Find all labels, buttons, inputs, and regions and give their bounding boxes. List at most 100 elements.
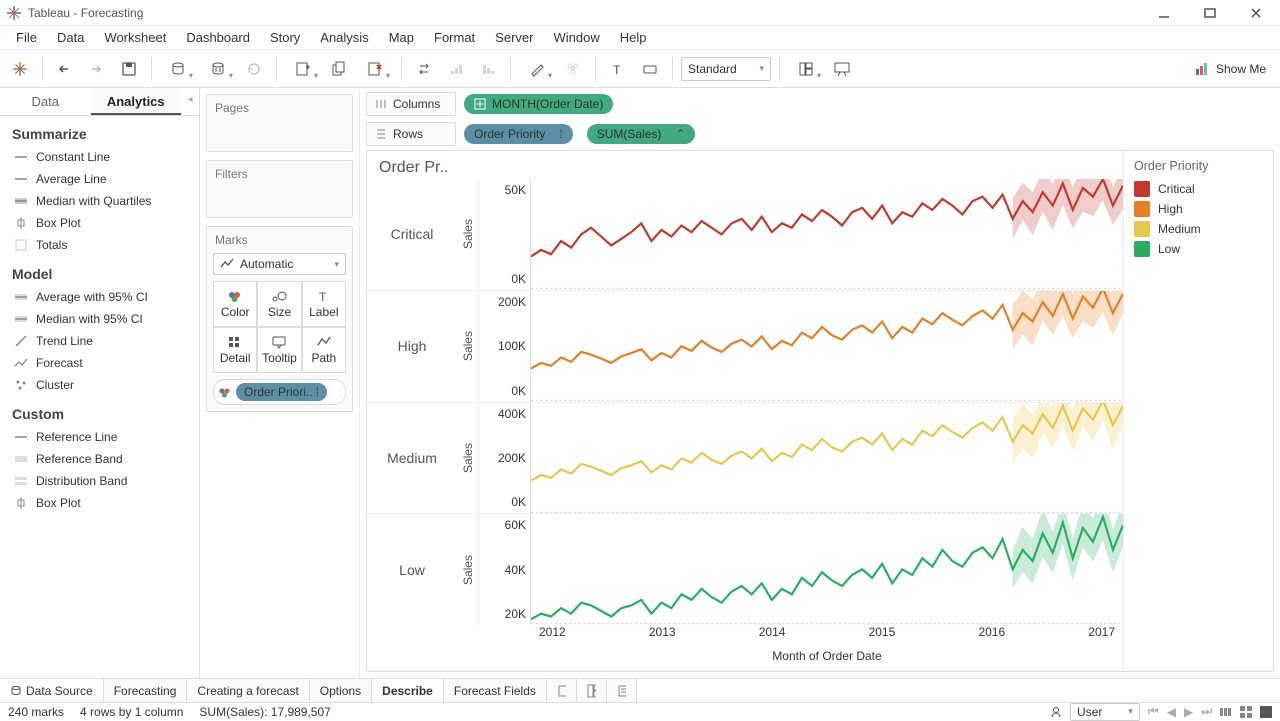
nav-prev-icon[interactable]: ◀ bbox=[1167, 705, 1176, 719]
maximize-button[interactable] bbox=[1196, 3, 1224, 23]
menu-dashboard[interactable]: Dashboard bbox=[176, 27, 260, 48]
sort-desc-button[interactable] bbox=[474, 55, 502, 83]
legend-item-critical[interactable]: Critical bbox=[1134, 179, 1263, 199]
side-tab-analytics[interactable]: Analytics bbox=[91, 88, 182, 115]
sheet-tab-forecast-fields[interactable]: Forecast Fields bbox=[444, 679, 547, 702]
side-tab-expand-icon[interactable]: ◂ bbox=[181, 88, 199, 115]
analytics-dist-band[interactable]: Distribution Band bbox=[0, 470, 199, 492]
window-title: Tableau - Forecasting bbox=[28, 6, 143, 20]
close-button[interactable] bbox=[1242, 3, 1270, 23]
boxplot-icon bbox=[14, 496, 28, 510]
plot-area[interactable] bbox=[531, 514, 1123, 625]
menu-file[interactable]: File bbox=[6, 27, 47, 48]
marks-pill-order-priority[interactable]: Order Priori.. ⁞ bbox=[213, 379, 346, 405]
sheet-tab-options[interactable]: Options bbox=[310, 679, 372, 702]
minimize-button[interactable] bbox=[1150, 3, 1178, 23]
sheet-tab-forecasting[interactable]: Forecasting bbox=[104, 679, 188, 702]
plot-area[interactable] bbox=[531, 179, 1123, 290]
new-dashboard-tab[interactable] bbox=[577, 679, 607, 702]
filters-card[interactable]: Filters bbox=[206, 160, 353, 218]
menu-story[interactable]: Story bbox=[260, 27, 310, 48]
facet-low: LowSales60K40K20K bbox=[367, 514, 1123, 625]
menu-analysis[interactable]: Analysis bbox=[310, 27, 378, 48]
legend-item-medium[interactable]: Medium bbox=[1134, 219, 1263, 239]
pause-updates-button[interactable]: ▾ bbox=[200, 55, 236, 83]
rows-shelf[interactable]: Rows Order Priority⁞ SUM(Sales)⌃ bbox=[366, 122, 1274, 146]
marks-path-button[interactable]: Path bbox=[302, 327, 346, 373]
clear-sheet-button[interactable]: ▾ bbox=[357, 55, 393, 83]
analytics-box-plot[interactable]: Box Plot bbox=[0, 212, 199, 234]
group-button[interactable] bbox=[559, 55, 587, 83]
legend-item-high[interactable]: High bbox=[1134, 199, 1263, 219]
marks-label-button[interactable]: TLabel bbox=[302, 281, 346, 327]
marks-size-button[interactable]: Size bbox=[257, 281, 301, 327]
duplicate-sheet-button[interactable] bbox=[325, 55, 353, 83]
analytics-average-line[interactable]: Average Line bbox=[0, 168, 199, 190]
marks-type-selector[interactable]: Automatic▾ bbox=[213, 253, 346, 275]
analytics-median-ci[interactable]: Median with 95% CI bbox=[0, 308, 199, 330]
menu-map[interactable]: Map bbox=[379, 27, 424, 48]
side-tab-data[interactable]: Data bbox=[0, 88, 91, 115]
tableau-start-icon[interactable] bbox=[6, 55, 34, 83]
tab-data-source[interactable]: Data Source bbox=[0, 679, 104, 702]
refresh-button[interactable] bbox=[240, 55, 268, 83]
menu-worksheet[interactable]: Worksheet bbox=[94, 27, 176, 48]
menu-data[interactable]: Data bbox=[47, 27, 94, 48]
boxplot-icon bbox=[14, 216, 28, 230]
pages-card[interactable]: Pages bbox=[206, 94, 353, 152]
marks-card: Marks Automatic▾ Color Size TLabel Detai… bbox=[206, 226, 353, 412]
summarize-heading: Summarize bbox=[0, 116, 199, 146]
show-hide-cards-button[interactable]: ▾ bbox=[788, 55, 824, 83]
marks-tooltip-button[interactable]: Tooltip bbox=[257, 327, 301, 373]
menu-format[interactable]: Format bbox=[424, 27, 485, 48]
pill-order-priority[interactable]: Order Priority⁞ bbox=[464, 124, 573, 144]
undo-button[interactable] bbox=[51, 55, 79, 83]
filmstrip-icon[interactable] bbox=[1220, 706, 1232, 718]
user-selector[interactable]: User▾ bbox=[1070, 703, 1140, 721]
analytics-forecast[interactable]: Forecast bbox=[0, 352, 199, 374]
analytics-trend-line[interactable]: Trend Line bbox=[0, 330, 199, 352]
plot-area[interactable] bbox=[531, 291, 1123, 402]
menu-window[interactable]: Window bbox=[543, 27, 609, 48]
nav-next-icon[interactable]: ▶ bbox=[1184, 705, 1193, 719]
analytics-box-plot-2[interactable]: Box Plot bbox=[0, 492, 199, 514]
swap-button[interactable] bbox=[410, 55, 438, 83]
legend-item-low[interactable]: Low bbox=[1134, 239, 1263, 259]
marks-color-button[interactable]: Color bbox=[213, 281, 257, 327]
sheet-tab-describe[interactable]: Describe bbox=[372, 679, 444, 702]
menu-help[interactable]: Help bbox=[610, 27, 657, 48]
show-labels-button[interactable]: T bbox=[604, 55, 632, 83]
highlight-button[interactable]: ▾ bbox=[519, 55, 555, 83]
alias-button[interactable] bbox=[636, 55, 664, 83]
worksheet-area: Columns MONTH(Order Date) Rows Order Pri… bbox=[360, 88, 1280, 678]
new-worksheet-button[interactable]: ▾ bbox=[285, 55, 321, 83]
pill-month-orderdate[interactable]: MONTH(Order Date) bbox=[464, 94, 613, 114]
analytics-ref-band[interactable]: Reference Band bbox=[0, 448, 199, 470]
pill-sum-sales[interactable]: SUM(Sales)⌃ bbox=[587, 124, 696, 144]
analytics-constant-line[interactable]: Constant Line bbox=[0, 146, 199, 168]
nav-first-icon[interactable]: ⏮ bbox=[1148, 704, 1159, 719]
sort-asc-button[interactable] bbox=[442, 55, 470, 83]
menu-server[interactable]: Server bbox=[485, 27, 543, 48]
columns-shelf[interactable]: Columns MONTH(Order Date) bbox=[366, 92, 1274, 116]
analytics-cluster[interactable]: Cluster bbox=[0, 374, 199, 396]
grid-view-icon[interactable] bbox=[1240, 706, 1252, 718]
analytics-totals[interactable]: Totals bbox=[0, 234, 199, 256]
save-button[interactable] bbox=[115, 55, 143, 83]
new-worksheet-tab[interactable] bbox=[547, 679, 577, 702]
analytics-avg-ci[interactable]: Average with 95% CI bbox=[0, 286, 199, 308]
nav-last-icon[interactable]: ⏭ bbox=[1201, 704, 1212, 719]
marks-detail-button[interactable]: Detail bbox=[213, 327, 257, 373]
fit-selector[interactable]: Standard▾ bbox=[681, 57, 771, 81]
new-story-tab[interactable] bbox=[607, 679, 637, 702]
redo-button[interactable] bbox=[83, 55, 111, 83]
color-icon bbox=[227, 289, 243, 303]
tab-view-icon[interactable] bbox=[1260, 706, 1272, 718]
plot-area[interactable] bbox=[531, 403, 1123, 514]
analytics-median-quartiles[interactable]: Median with Quartiles bbox=[0, 190, 199, 212]
sheet-tab-creating-a-forecast[interactable]: Creating a forecast bbox=[187, 679, 309, 702]
show-me-button[interactable]: Show Me bbox=[1186, 57, 1274, 81]
analytics-ref-line[interactable]: Reference Line bbox=[0, 426, 199, 448]
new-datasource-button[interactable]: ▾ bbox=[160, 55, 196, 83]
presentation-mode-button[interactable] bbox=[828, 55, 856, 83]
